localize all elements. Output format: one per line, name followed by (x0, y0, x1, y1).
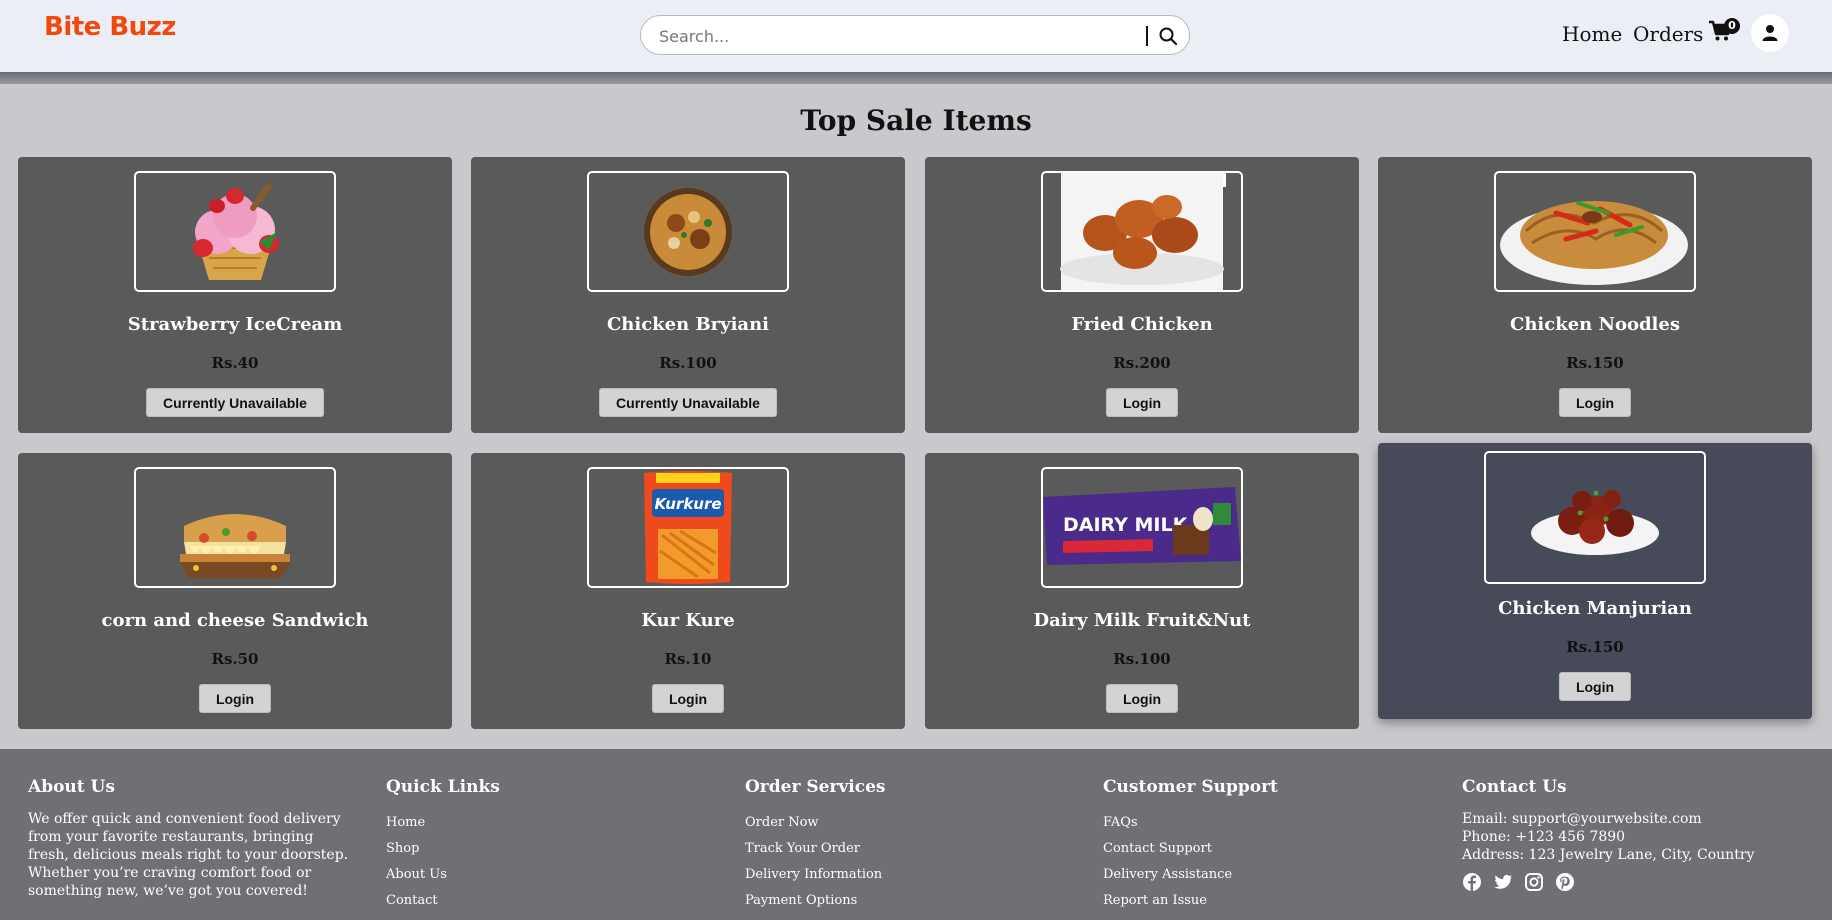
search-icon[interactable] (1157, 25, 1179, 47)
chocolate-image: DAIRY MILK (1043, 487, 1241, 565)
footer-link-faqs[interactable]: FAQs (1103, 810, 1278, 836)
footer-heading: Customer Support (1103, 777, 1278, 797)
footer-customer-support: Customer Support FAQs Contact Support De… (1103, 777, 1278, 914)
svg-text:DAIRY MILK: DAIRY MILK (1063, 514, 1189, 536)
kurkure-image: Kurkure (644, 471, 732, 584)
cart-button[interactable]: 0 (1708, 18, 1740, 46)
product-price: Rs.100 (1113, 650, 1171, 668)
product-name: corn and cheese Sandwich (101, 610, 369, 631)
svg-text:Kurkure: Kurkure (654, 495, 721, 513)
nav-orders-link[interactable]: Orders (1633, 22, 1703, 46)
product-price: Rs.10 (664, 650, 712, 668)
footer-order-services: Order Services Order Now Track Your Orde… (745, 777, 885, 914)
product-price: Rs.40 (211, 354, 259, 372)
section-title: Top Sale Items (800, 104, 1032, 137)
footer-heading: About Us (28, 777, 115, 797)
search-input[interactable] (659, 25, 1079, 47)
footer-link-about[interactable]: About Us (386, 862, 500, 888)
product-card: Chicken Bryiani Rs.100 Currently Unavail… (471, 157, 905, 433)
noodles-image (1500, 201, 1688, 285)
ice-cream-image (193, 182, 279, 280)
product-card: corn and cheese Sandwich Rs.50 Login (18, 453, 452, 729)
footer-link-shop[interactable]: Shop (386, 836, 500, 862)
footer-heading: Order Services (745, 777, 886, 797)
cart-count-badge: 0 (1724, 18, 1740, 34)
product-image: DAIRY MILK (1041, 467, 1243, 588)
footer-about-text: We offer quick and convenient food deliv… (28, 811, 349, 899)
search-bar (640, 15, 1190, 55)
product-image (134, 467, 336, 588)
footer-about: About Us We offer quick and convenient f… (28, 777, 358, 900)
footer-heading: Quick Links (386, 777, 500, 797)
product-card: Strawberry IceCream Rs.40 Currently Unav… (18, 157, 452, 433)
site-logo[interactable]: Bite Buzz (44, 12, 176, 42)
site-footer: About Us We offer quick and convenient f… (0, 749, 1832, 920)
product-name: Chicken Manjurian (1498, 598, 1692, 619)
twitter-icon[interactable] (1493, 872, 1513, 892)
product-name: Strawberry IceCream (127, 314, 343, 335)
footer-link-payment-options[interactable]: Payment Options (745, 888, 885, 914)
product-card: DAIRY MILK Dairy Milk Fruit&Nut Rs.100 L… (925, 453, 1359, 729)
product-price: Rs.50 (211, 650, 259, 668)
header-divider (0, 72, 1832, 84)
product-card: Kurkure Kur Kure Rs.10 Login (471, 453, 905, 729)
product-name: Kur Kure (641, 610, 735, 631)
product-name: Fried Chicken (1071, 314, 1213, 335)
login-button[interactable]: Login (1558, 672, 1632, 701)
footer-link-contact[interactable]: Contact (386, 888, 500, 914)
login-button[interactable]: Login (1558, 388, 1632, 417)
pinterest-icon[interactable] (1555, 872, 1575, 892)
search-divider (1146, 26, 1148, 46)
footer-link-contact-support[interactable]: Contact Support (1103, 836, 1278, 862)
login-button[interactable]: Login (198, 684, 272, 713)
product-name: Dairy Milk Fruit&Nut (1033, 610, 1251, 631)
product-name: Chicken Noodles (1510, 314, 1680, 335)
footer-link-delivery-info[interactable]: Delivery Information (745, 862, 885, 888)
footer-link-delivery-assistance[interactable]: Delivery Assistance (1103, 862, 1278, 888)
footer-link-order-now[interactable]: Order Now (745, 810, 885, 836)
footer-link-report-issue[interactable]: Report an Issue (1103, 888, 1278, 914)
contact-phone: Phone: +123 456 7890 (1462, 829, 1626, 845)
instagram-icon[interactable] (1524, 872, 1544, 892)
footer-link-track-order[interactable]: Track Your Order (745, 836, 885, 862)
footer-quick-links: Quick Links Home Shop About Us Contact (386, 777, 500, 914)
nav-home-link[interactable]: Home (1562, 22, 1622, 46)
contact-email: Email: support@yourwebsite.com (1462, 811, 1702, 827)
product-price: Rs.100 (659, 354, 717, 372)
footer-link-home[interactable]: Home (386, 810, 500, 836)
contact-address: Address: 123 Jewelry Lane, City, Country (1462, 847, 1755, 863)
product-price: Rs.200 (1113, 354, 1171, 372)
product-image: Kurkure (587, 467, 789, 588)
product-price: Rs.150 (1566, 354, 1624, 372)
manchurian-image (1531, 489, 1659, 555)
user-account-button[interactable] (1751, 14, 1789, 52)
product-image (1041, 171, 1243, 292)
product-image (134, 171, 336, 292)
top-navbar: Bite Buzz Home Orders 0 (0, 0, 1832, 72)
sandwich-image (180, 513, 290, 578)
footer-heading: Contact Us (1462, 777, 1567, 797)
product-image (587, 171, 789, 292)
social-links (1462, 872, 1754, 892)
login-button[interactable]: Login (1105, 684, 1179, 713)
unavailable-button[interactable]: Currently Unavailable (599, 388, 777, 417)
product-card-highlighted: Chicken Manjurian Rs.150 Login (1378, 443, 1812, 719)
product-card: Chicken Noodles Rs.150 Login (1378, 157, 1812, 433)
facebook-icon[interactable] (1462, 872, 1482, 892)
biryani-image (644, 187, 732, 276)
product-image (1494, 171, 1696, 292)
fried-chicken-image (1060, 173, 1226, 290)
product-price: Rs.150 (1566, 638, 1624, 656)
footer-contact: Contact Us Email: support@yourwebsite.co… (1462, 777, 1754, 892)
unavailable-button[interactable]: Currently Unavailable (146, 388, 324, 417)
product-name: Chicken Bryiani (606, 314, 770, 335)
product-card: Fried Chicken Rs.200 Login (925, 157, 1359, 433)
user-icon (1762, 25, 1778, 41)
product-image (1484, 451, 1706, 584)
login-button[interactable]: Login (651, 684, 725, 713)
login-button[interactable]: Login (1105, 388, 1179, 417)
